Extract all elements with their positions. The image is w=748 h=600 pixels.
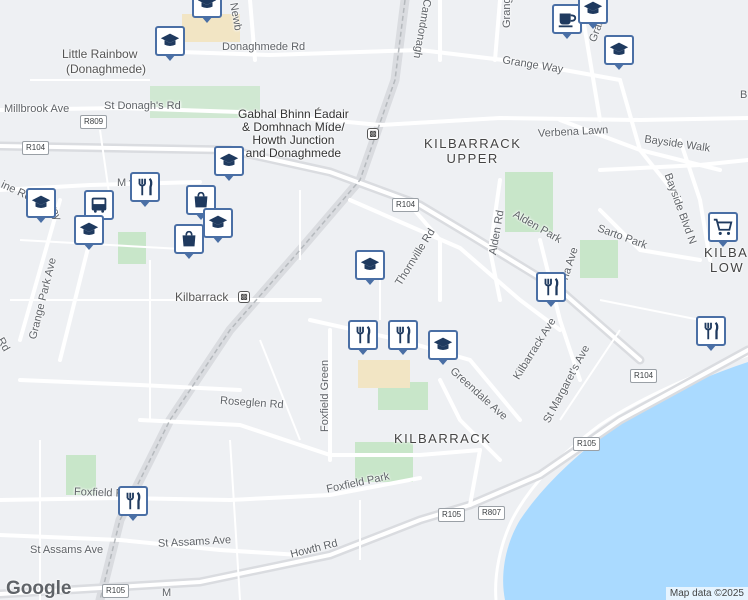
road-shield-r807: R807 (478, 506, 506, 520)
school-icon[interactable] (578, 0, 608, 29)
restaurant-icon[interactable] (130, 172, 160, 207)
area-label-line: UPPER (446, 151, 499, 166)
map-attribution[interactable]: Map data ©2025 (665, 587, 748, 600)
poi-label-donaghmede: (Donaghmede) (66, 62, 147, 76)
road-shield-r809: R809 (80, 115, 108, 129)
map-canvas[interactable]: ▩ ▩ Little Rainbow (Donaghmede) Donaghme… (0, 0, 748, 600)
road-shield-r105-mid: R105 (438, 508, 466, 522)
school-icon[interactable] (74, 215, 104, 250)
restaurant-icon[interactable] (348, 320, 378, 355)
restaurant-icon[interactable] (118, 486, 148, 521)
road-label-donaghmede-rd: Donaghmede Rd (222, 41, 306, 53)
restaurant-icon[interactable] (696, 316, 726, 351)
road-shield-r105-left: R105 (102, 584, 130, 598)
restaurant-icon[interactable] (536, 272, 566, 307)
street (599, 299, 701, 321)
area-label-kilbarrack: KILBARRACK (394, 431, 492, 446)
road-shield-r104-right: R104 (630, 369, 658, 383)
school-icon[interactable] (192, 0, 222, 23)
school-icon[interactable] (355, 250, 385, 285)
station-label-line: and Donaghmede (245, 146, 342, 160)
road (493, 0, 502, 62)
road-label-st-donaghs-rd: St Donagh's Rd (104, 100, 181, 112)
road-shield-r104-left: R104 (22, 141, 50, 155)
school-icon[interactable] (214, 146, 244, 181)
park-area (118, 232, 146, 264)
road-label-m: M (162, 587, 172, 599)
restaurant-icon[interactable] (388, 320, 418, 355)
school-icon[interactable] (428, 330, 458, 365)
road-label-st-assams-ave: St Assams Ave (30, 544, 104, 556)
building-area (358, 360, 410, 388)
shopping-icon[interactable] (174, 224, 204, 259)
road-label-foxfield-green: Foxfield Green (319, 359, 331, 432)
area-label-line: KILBA (704, 245, 748, 260)
shopping-cart-icon[interactable] (708, 212, 738, 247)
school-icon[interactable] (604, 35, 634, 70)
map-base-layer (0, 0, 748, 600)
school-icon[interactable] (155, 26, 185, 61)
road (598, 158, 748, 172)
area-label-line: KILBARRACK (424, 136, 522, 151)
road-shield-r105-right: R105 (573, 437, 601, 451)
school-icon[interactable] (203, 208, 233, 243)
train-station-icon[interactable]: ▩ (238, 291, 250, 303)
area-label-kilbarrack-lower: KILBA LOW (704, 246, 748, 274)
area-label-line: LOW (710, 260, 745, 275)
school-icon[interactable] (26, 188, 56, 223)
poi-label-little-rainbow: Little Rainbow (62, 47, 138, 61)
road-label-edge-b: B (740, 89, 748, 101)
station-label-kilbarrack: Kilbarrack (175, 290, 229, 304)
road-shield-r104-mid: R104 (392, 198, 420, 212)
google-logo: Google (6, 578, 72, 599)
park-area (580, 240, 618, 278)
street (259, 339, 301, 441)
road-label-millbrook-ave: Millbrook Ave (4, 103, 70, 115)
road (18, 378, 242, 392)
train-station-icon[interactable]: ▩ (367, 128, 379, 140)
area-label-kilbarrack-upper: KILBARRACK UPPER (424, 137, 521, 165)
station-label-howth-junction: Gabhal Bhinn Éadair & Domhnach Míde/ How… (238, 108, 349, 160)
road-label-grange-top: Grang (501, 0, 513, 28)
